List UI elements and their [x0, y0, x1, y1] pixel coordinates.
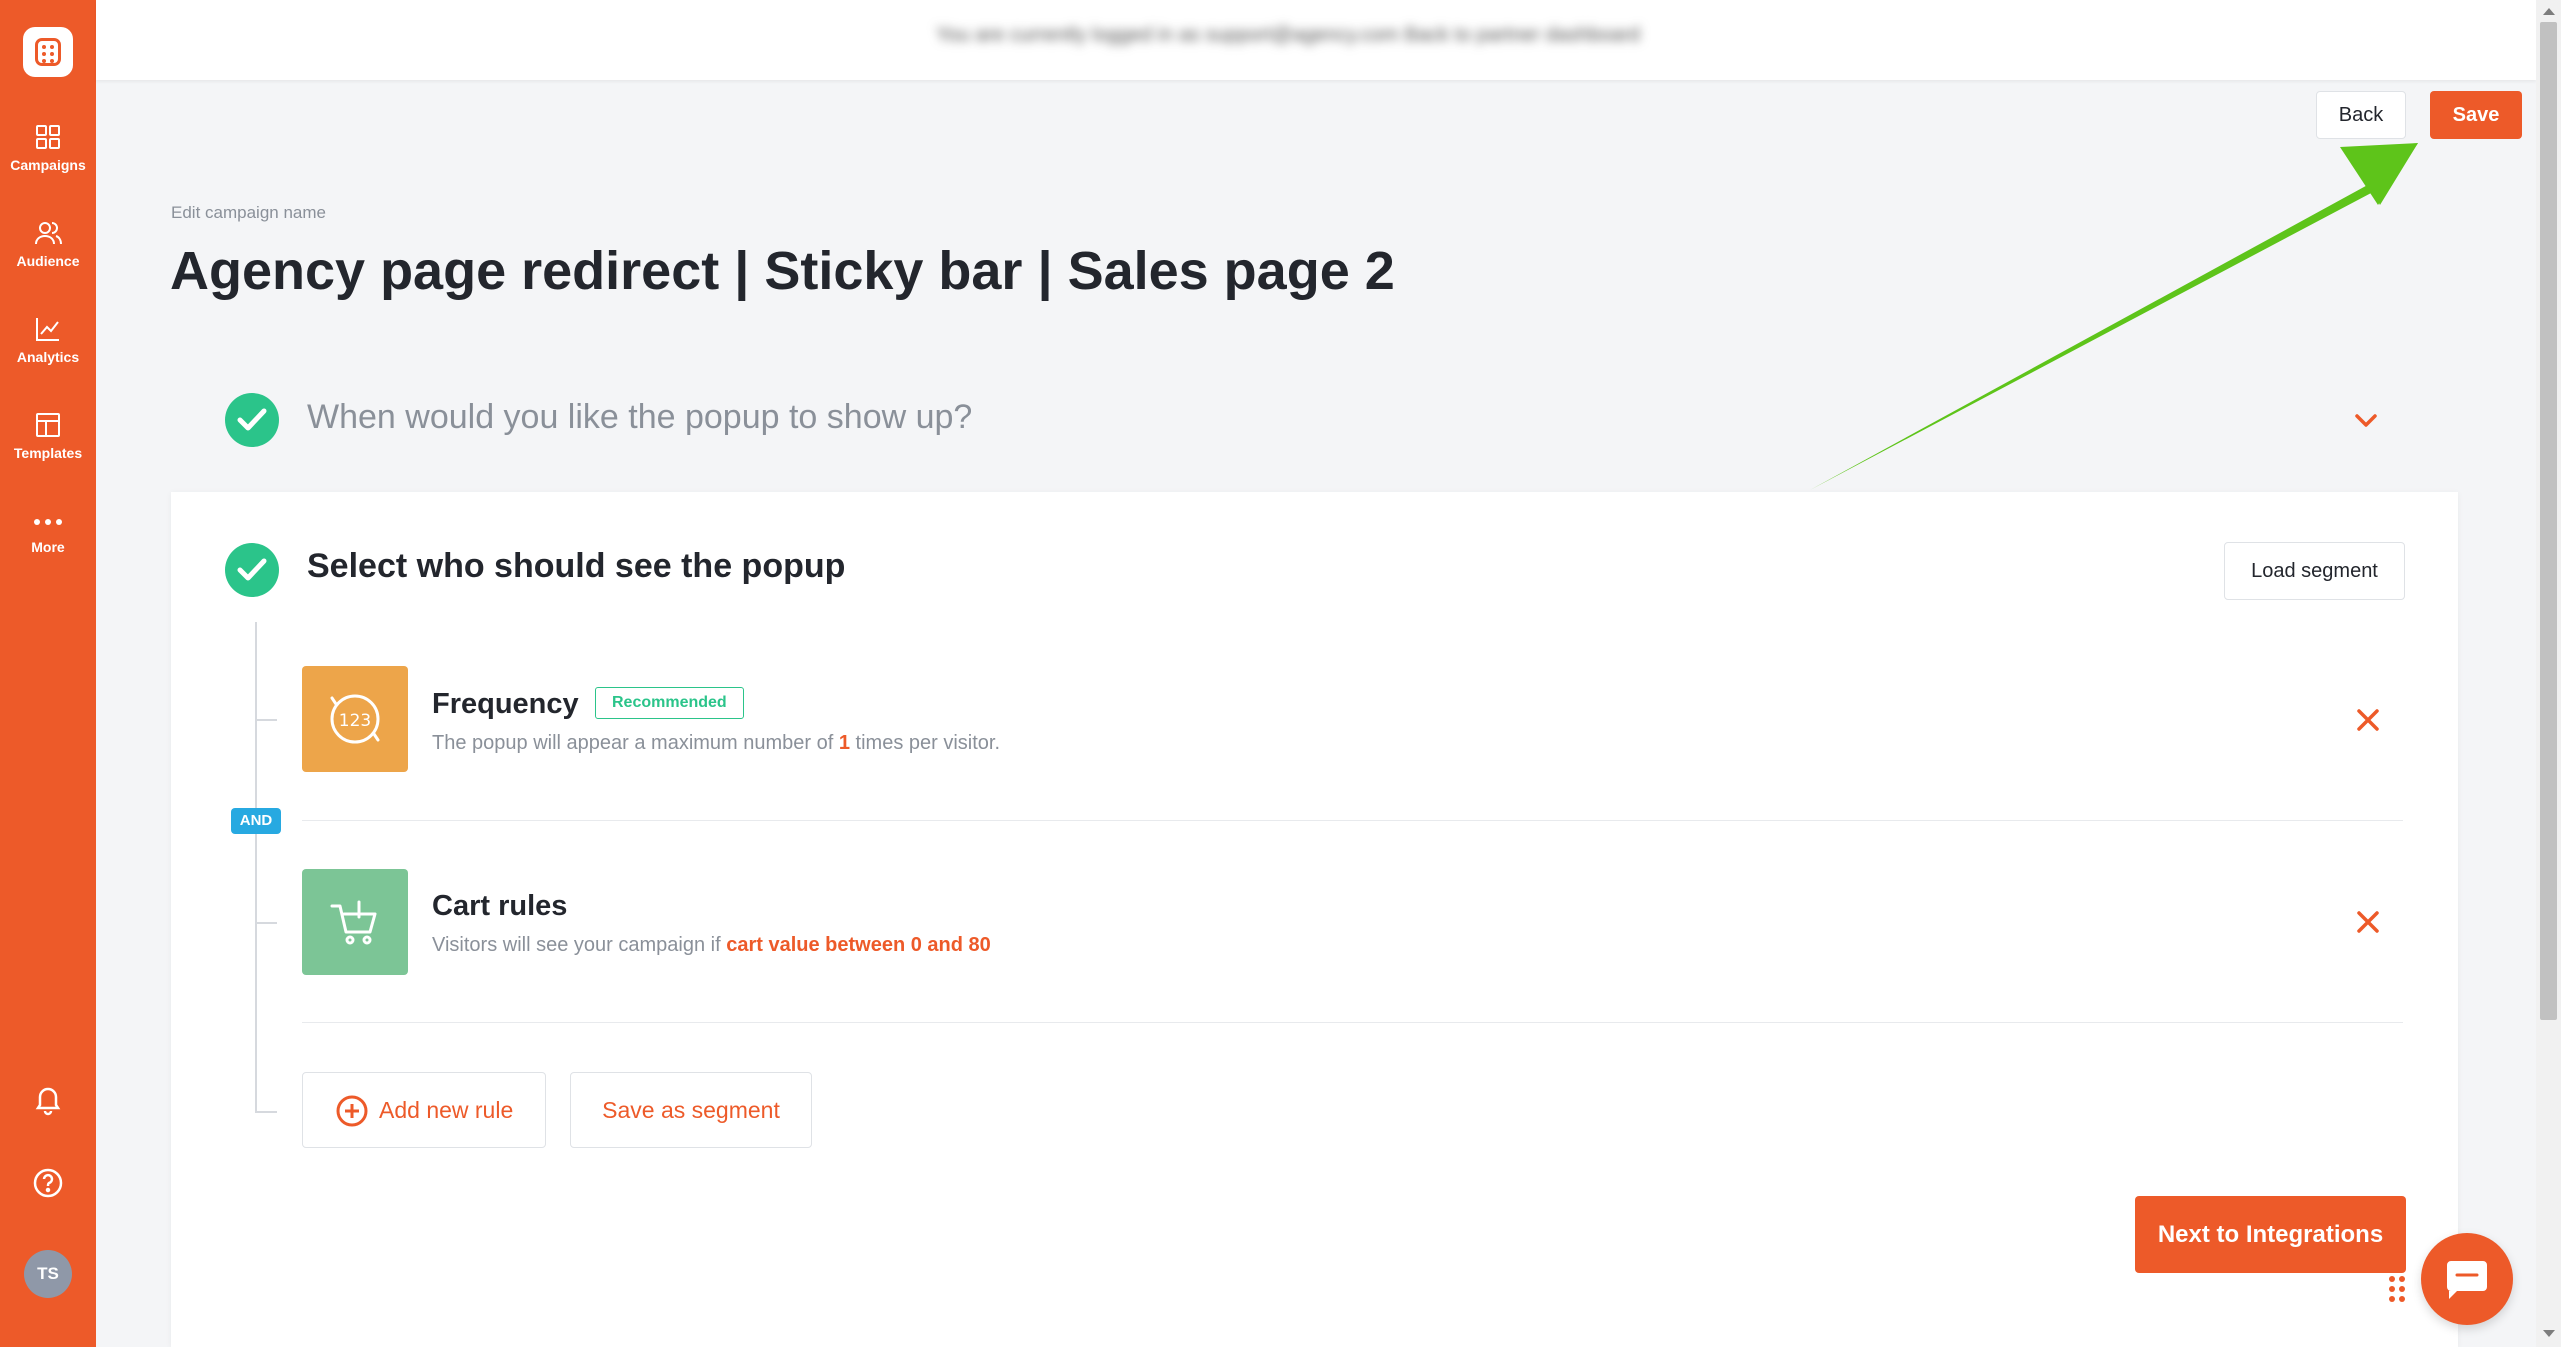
cart-icon — [302, 869, 408, 975]
chart-icon — [36, 318, 59, 341]
avatar[interactable]: TS — [24, 1250, 72, 1298]
step-complete-check-icon — [225, 393, 279, 447]
sidebar-item-analytics[interactable]: Analytics — [0, 316, 96, 396]
sidebar-item-label: Analytics — [16, 349, 80, 365]
add-new-rule-button[interactable]: Add new rule — [302, 1072, 546, 1148]
edit-campaign-name-link[interactable]: Edit campaign name — [171, 203, 326, 223]
chat-widget-button[interactable] — [2421, 1233, 2513, 1325]
rule-tree-branch — [257, 922, 277, 924]
chevron-down-icon[interactable] — [2352, 408, 2380, 432]
load-segment-button[interactable]: Load segment — [2224, 542, 2405, 600]
bell-icon[interactable] — [31, 1082, 65, 1116]
rule-description: The popup will appear a maximum number o… — [432, 732, 1001, 754]
frequency-icon: 123 — [302, 666, 408, 772]
frequency-value-link[interactable]: 1 — [839, 732, 850, 754]
app-logo[interactable] — [23, 27, 73, 77]
svg-text:123: 123 — [339, 711, 371, 731]
recommended-badge: Recommended — [595, 687, 744, 719]
users-icon — [35, 222, 62, 245]
cart-value-link[interactable]: cart value between 0 and 80 — [726, 934, 991, 956]
grid-icon — [36, 125, 60, 149]
help-icon[interactable] — [31, 1166, 65, 1200]
divider — [302, 820, 2403, 821]
add-new-rule-label: Add new rule — [379, 1097, 514, 1123]
sidebar: Campaigns Audience Analytics Templates M… — [0, 0, 96, 1347]
sidebar-item-audience[interactable]: Audience — [0, 220, 96, 300]
close-icon[interactable] — [2354, 706, 2382, 734]
rule-title[interactable]: Frequency — [432, 688, 579, 721]
top-bar: You are currently logged in as support@a… — [96, 0, 2536, 80]
rule-title[interactable]: Cart rules — [432, 890, 567, 923]
page-title[interactable]: Agency page redirect | Sticky bar | Sale… — [170, 240, 1395, 302]
scroll-down-arrow-icon[interactable] — [2543, 1330, 2555, 1337]
next-to-integrations-button[interactable]: Next to Integrations — [2135, 1196, 2406, 1273]
sidebar-item-label: Templates — [13, 445, 83, 461]
step-title-targeting: Select who should see the popup — [307, 547, 846, 585]
rule-tree-branch — [257, 1111, 277, 1113]
scrollbar-thumb[interactable] — [2540, 22, 2557, 1020]
sidebar-item-templates[interactable]: Templates — [0, 412, 96, 492]
vertical-scrollbar[interactable] — [2536, 0, 2561, 1347]
scroll-up-arrow-icon[interactable] — [2543, 8, 2555, 15]
step-title-timing[interactable]: When would you like the popup to show up… — [307, 398, 972, 437]
more-dots-icon — [34, 519, 62, 525]
sidebar-item-label: Campaigns — [10, 157, 86, 173]
step-complete-check-icon — [225, 543, 279, 597]
plus-circle-icon — [336, 1095, 368, 1127]
sidebar-item-campaigns[interactable]: Campaigns — [0, 124, 96, 204]
close-icon[interactable] — [2354, 908, 2382, 936]
sidebar-item-more[interactable]: More — [0, 512, 96, 592]
and-connector-badge: AND — [231, 808, 281, 834]
save-button[interactable]: Save — [2430, 91, 2522, 139]
back-button[interactable]: Back — [2316, 91, 2406, 139]
chat-bubble-icon — [2447, 1261, 2487, 1299]
sidebar-item-label: More — [31, 539, 65, 555]
drag-handle-icon[interactable] — [2388, 1275, 2406, 1303]
rule-description: Visitors will see your campaign if cart … — [432, 934, 991, 956]
rule-tree-line — [255, 622, 257, 1113]
save-as-segment-button[interactable]: Save as segment — [570, 1072, 812, 1148]
divider — [302, 1022, 2403, 1023]
rule-tree-branch — [257, 719, 277, 721]
login-notice: You are currently logged in as support@a… — [936, 24, 1641, 46]
sidebar-item-label: Audience — [16, 253, 80, 269]
layout-icon — [36, 413, 60, 437]
